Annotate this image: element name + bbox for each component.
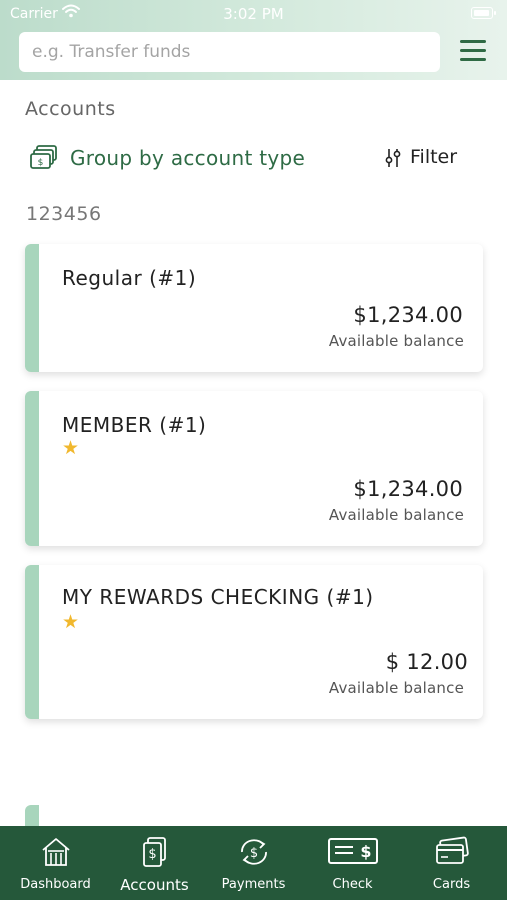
account-card[interactable]: Regular (#1) $1,234.00 Available balance: [25, 244, 483, 372]
page-title: Accounts: [25, 98, 116, 120]
tab-label: Dashboard: [20, 877, 91, 892]
card-accent-bar: [25, 391, 39, 546]
balance-label: Available balance: [328, 679, 464, 697]
card-accent-bar: [25, 244, 39, 372]
account-group-number: 123456: [26, 203, 102, 225]
tab-label: Check: [332, 877, 373, 892]
document-dollar-icon: $: [142, 837, 166, 867]
battery-icon: [471, 7, 496, 19]
tab-check[interactable]: $ Check: [302, 826, 403, 900]
account-balance: $1,234.00: [353, 303, 463, 327]
svg-text:$: $: [360, 842, 371, 861]
credit-card-icon: [435, 836, 469, 864]
card-accent-bar: [25, 565, 39, 719]
account-balance: $1,234.00: [353, 477, 463, 501]
tab-label: Payments: [221, 877, 286, 892]
favorite-star-icon[interactable]: ★: [62, 439, 79, 458]
tab-dashboard[interactable]: Dashboard: [5, 826, 106, 900]
check-icon: $: [327, 838, 378, 864]
home-icon: [41, 838, 70, 866]
tab-accounts[interactable]: $ Accounts: [104, 826, 205, 900]
favorite-star-icon[interactable]: ★: [62, 613, 79, 632]
group-by-label: Group by account type: [70, 146, 306, 170]
tab-label: Cards: [432, 877, 471, 892]
balance-label: Available balance: [328, 506, 464, 524]
tab-cards[interactable]: Cards: [401, 826, 502, 900]
account-card[interactable]: MEMBER (#1) ★ $1,234.00 Available balanc…: [25, 391, 483, 546]
search-input[interactable]: [19, 32, 440, 72]
account-name: MY REWARDS CHECKING (#1): [62, 585, 374, 609]
app-header: Carrier 3:02 PM: [0, 0, 507, 80]
svg-text:$: $: [148, 847, 156, 862]
hamburger-menu-icon[interactable]: [460, 40, 486, 62]
tab-payments[interactable]: $ Payments: [203, 826, 304, 900]
svg-text:$: $: [249, 846, 257, 861]
filter-label: Filter: [410, 146, 458, 168]
account-card[interactable]: MY REWARDS CHECKING (#1) ★ $ 12.00 Avail…: [25, 565, 483, 719]
balance-label: Available balance: [328, 332, 464, 350]
account-name: MEMBER (#1): [62, 413, 207, 437]
account-name: Regular (#1): [62, 266, 197, 290]
svg-text:$: $: [38, 158, 44, 168]
account-balance: $ 12.00: [385, 650, 468, 674]
clock: 3:02 PM: [223, 5, 284, 23]
tab-label: Accounts: [120, 876, 189, 894]
bottom-tab-bar: Dashboard $ Accounts $ Payments $ Check: [0, 826, 507, 900]
stacked-bills-icon: $: [30, 145, 57, 169]
status-bar: Carrier 3:02 PM: [0, 0, 507, 28]
sliders-icon: [385, 149, 401, 167]
refresh-dollar-icon: $: [240, 839, 267, 865]
